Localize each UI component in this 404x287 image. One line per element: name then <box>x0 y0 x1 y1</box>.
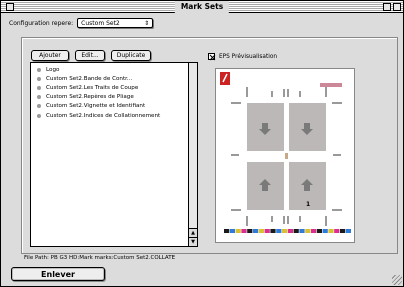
mark-sets-window: Mark Sets Configuration repere: Custom S… <box>0 0 404 287</box>
list-item-label: Custom Set2.Repères de Pliage <box>46 94 134 101</box>
file-path-status: File Path: PB G3 HD:Mark marks:Custom Se… <box>21 253 398 263</box>
duplicate-button[interactable]: Duplicate <box>111 50 151 61</box>
list-item[interactable]: Custom Set2.Vignette et Identifiant <box>31 102 186 111</box>
eps-preview-frame: 1 <box>215 68 355 243</box>
color-bar-swatch <box>224 229 230 233</box>
close-box-icon[interactable] <box>6 3 14 11</box>
color-bar-swatch <box>328 229 334 233</box>
color-bar-swatch <box>241 229 247 233</box>
list-item[interactable]: Custom Set2.Bande de Contr... <box>31 74 186 83</box>
color-bar-swatch <box>322 229 328 233</box>
collapse-box-icon[interactable] <box>393 3 401 11</box>
color-bar-swatch <box>229 229 235 233</box>
eps-preview-checkbox[interactable] <box>208 53 215 60</box>
color-bar-swatch <box>235 229 241 233</box>
zoom-box-icon[interactable] <box>383 3 391 11</box>
color-bar-swatch <box>311 229 317 233</box>
scroll-up-icon[interactable]: ▲ <box>189 228 197 237</box>
resize-grip-icon[interactable] <box>392 275 402 285</box>
color-bar-swatch <box>264 229 270 233</box>
list-item-label: Custom Set2.Indices de Collationnement <box>46 112 161 119</box>
scroll-down-icon[interactable]: ▼ <box>189 237 197 246</box>
identifier-mark <box>320 83 342 87</box>
list-item[interactable]: Custom Set2.Indices de Collationnement <box>31 111 186 120</box>
list-item-label: Custom Set2.Les Traits de Coupe <box>46 84 139 91</box>
color-bar-swatch <box>287 229 293 233</box>
eps-preview-label: EPS Prévisualisation <box>219 53 278 60</box>
config-selected: Custom Set2 <box>81 19 120 27</box>
list-item-label: Custom Set2.Bande de Contr... <box>46 75 133 82</box>
color-bar-swatch <box>276 229 282 233</box>
color-bar-swatch <box>247 229 253 233</box>
title-bar[interactable]: Mark Sets <box>1 1 403 13</box>
logo-mark-icon <box>220 72 230 85</box>
list-scrollbar[interactable]: ▲ ▼ <box>188 63 197 246</box>
remove-button[interactable]: Enlever <box>11 267 105 281</box>
add-button[interactable]: Ajouter <box>31 50 69 61</box>
color-bar-swatch <box>345 229 351 233</box>
list-item[interactable]: Logo <box>31 65 186 74</box>
center-fold-mark <box>285 153 288 159</box>
bullet-icon <box>37 85 41 90</box>
marks-list-items: Logo Custom Set2.Bande de Contr... Custom … <box>31 65 186 120</box>
config-row: Configuration repere: Custom Set2 ⇕ <box>9 18 154 28</box>
color-bar-swatch <box>258 229 264 233</box>
bullet-icon <box>37 67 41 72</box>
config-label: Configuration repere: <box>9 19 74 27</box>
color-bar-swatch <box>293 229 299 233</box>
bullet-icon <box>37 113 41 118</box>
list-item[interactable]: Custom Set2.Les Traits de Coupe <box>31 83 186 92</box>
marks-list[interactable]: Logo Custom Set2.Bande de Contr... Custom … <box>30 62 198 247</box>
color-bar-swatch <box>340 229 346 233</box>
color-bar-swatch <box>316 229 322 233</box>
edit-button[interactable]: Edit... <box>75 50 105 61</box>
color-bar-swatch <box>270 229 276 233</box>
color-bar-swatch <box>305 229 311 233</box>
color-bar-swatch <box>253 229 259 233</box>
bullet-icon <box>37 76 41 81</box>
config-popup[interactable]: Custom Set2 ⇕ <box>77 18 154 28</box>
list-item[interactable]: Custom Set2.Repères de Pliage <box>31 93 186 102</box>
color-bar-swatch <box>299 229 305 233</box>
page-number: 1 <box>306 201 310 208</box>
popup-arrow-icon: ⇕ <box>144 19 150 27</box>
color-bar-swatch <box>282 229 288 233</box>
color-bar-swatch <box>334 229 340 233</box>
eps-preview-option[interactable]: EPS Prévisualisation <box>208 52 277 61</box>
window-title: Mark Sets <box>174 1 230 13</box>
list-item-label: Logo <box>46 66 60 73</box>
list-item-label: Custom Set2.Vignette et Identifiant <box>46 103 146 110</box>
bullet-icon <box>37 104 41 109</box>
eps-preview-image: 1 <box>218 71 352 240</box>
bullet-icon <box>37 95 41 100</box>
